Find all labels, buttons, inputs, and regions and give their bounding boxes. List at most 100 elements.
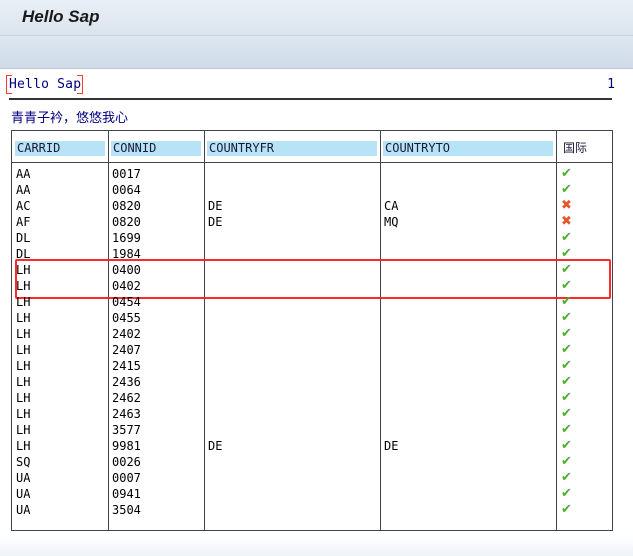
cross-icon: ✖: [561, 214, 572, 229]
checkmark-icon: ✔: [561, 454, 572, 469]
cell-connid: 0820: [112, 215, 141, 229]
cell-carrid: LH: [16, 279, 31, 293]
cross-icon: ✖: [561, 198, 572, 213]
table-row[interactable]: AC 0820 DE CA ✖: [12, 198, 612, 214]
cell-connid: 0454: [112, 295, 141, 309]
checkmark-icon: ✔: [561, 262, 572, 277]
cell-carrid: DL: [16, 247, 31, 261]
table-row[interactable]: UA 0007 ✔: [12, 470, 612, 486]
checkmark-icon: ✔: [561, 246, 572, 261]
cell-carrid: LH: [16, 407, 31, 421]
checkmark-icon: ✔: [561, 278, 572, 293]
cell-countryfr: DE: [208, 215, 223, 229]
table-row[interactable]: LH 2407 ✔: [12, 342, 612, 358]
selection-bracket-right: [77, 75, 83, 94]
table-row[interactable]: LH 2463 ✔: [12, 406, 612, 422]
cell-carrid: UA: [16, 487, 31, 501]
cell-connid: 0941: [112, 487, 141, 501]
table-row[interactable]: LH 2462 ✔: [12, 390, 612, 406]
page-number: 1: [607, 77, 615, 92]
status-area: [0, 536, 633, 556]
cell-connid: 2407: [112, 343, 141, 357]
cell-carrid: LH: [16, 423, 31, 437]
cell-countryfr: DE: [208, 199, 223, 213]
table-row[interactable]: LH 2415 ✔: [12, 358, 612, 374]
cell-connid: 0017: [112, 167, 141, 181]
column-header-countryto: COUNTRYTO: [383, 141, 553, 156]
table-row[interactable]: LH 2402 ✔: [12, 326, 612, 342]
cell-carrid: LH: [16, 343, 31, 357]
cell-connid: 0026: [112, 455, 141, 469]
cell-carrid: AA: [16, 183, 31, 197]
cell-connid: 0007: [112, 471, 141, 485]
report-header-title[interactable]: Hello Sap: [9, 77, 81, 92]
cell-countryto: MQ: [384, 215, 399, 229]
cell-carrid: UA: [16, 471, 31, 485]
column-header-countryfr: COUNTRYFR: [207, 141, 377, 156]
table-row[interactable]: AA 0017 ✔: [12, 166, 612, 182]
table-row[interactable]: LH 0454 ✔: [12, 294, 612, 310]
cell-carrid: AF: [16, 215, 31, 229]
header-divider: [12, 162, 612, 163]
table-row[interactable]: LH 2436 ✔: [12, 374, 612, 390]
cell-connid: 2402: [112, 327, 141, 341]
checkmark-icon: ✔: [561, 438, 572, 453]
cell-carrid: AC: [16, 199, 31, 213]
cell-carrid: LH: [16, 263, 31, 277]
column-header-international: 国际: [561, 141, 593, 156]
checkmark-icon: ✔: [561, 342, 572, 357]
flight-table: CARRID CONNID COUNTRYFR COUNTRYTO 国际 AA 0…: [11, 130, 613, 531]
cell-connid: 2463: [112, 407, 141, 421]
cell-connid: 1699: [112, 231, 141, 245]
cell-carrid: LH: [16, 359, 31, 373]
table-row[interactable]: DL 1699 ✔: [12, 230, 612, 246]
checkmark-icon: ✔: [561, 310, 572, 325]
table-row[interactable]: AF 0820 DE MQ ✖: [12, 214, 612, 230]
table-row[interactable]: DL 1984 ✔: [12, 246, 612, 262]
table-row[interactable]: LH 3577 ✔: [12, 422, 612, 438]
table-row[interactable]: UA 3504 ✔: [12, 502, 612, 518]
checkmark-icon: ✔: [561, 406, 572, 421]
column-header-carrid: CARRID: [15, 141, 105, 156]
header-separator: [9, 98, 612, 100]
checkmark-icon: ✔: [561, 470, 572, 485]
cell-carrid: DL: [16, 231, 31, 245]
table-row[interactable]: LH 0402 ✔: [12, 278, 612, 294]
table-row[interactable]: LH 9981 DE DE ✔: [12, 438, 612, 454]
cell-connid: 3577: [112, 423, 141, 437]
cell-carrid: SQ: [16, 455, 31, 469]
cell-carrid: LH: [16, 311, 31, 325]
checkmark-icon: ✔: [561, 502, 572, 517]
checkmark-icon: ✔: [561, 374, 572, 389]
cell-connid: 2415: [112, 359, 141, 373]
report-subtitle: 青青子衿，悠悠我心: [11, 111, 129, 126]
table-row[interactable]: UA 0941 ✔: [12, 486, 612, 502]
cell-connid: 1984: [112, 247, 141, 261]
cell-connid: 0064: [112, 183, 141, 197]
checkmark-icon: ✔: [561, 486, 572, 501]
cell-connid: 2462: [112, 391, 141, 405]
cell-carrid: LH: [16, 391, 31, 405]
cell-countryfr: DE: [208, 439, 223, 453]
cell-countryto: CA: [384, 199, 399, 213]
column-header-connid: CONNID: [111, 141, 201, 156]
checkmark-icon: ✔: [561, 326, 572, 341]
cell-carrid: LH: [16, 295, 31, 309]
cell-connid: 3504: [112, 503, 141, 517]
checkmark-icon: ✔: [561, 182, 572, 197]
cell-carrid: LH: [16, 439, 31, 453]
table-row[interactable]: SQ 0026 ✔: [12, 454, 612, 470]
window-title: Hello Sap: [22, 7, 100, 26]
checkmark-icon: ✔: [561, 390, 572, 405]
table-row[interactable]: LH 0455 ✔: [12, 310, 612, 326]
cell-carrid: LH: [16, 375, 31, 389]
report-output: Hello Sap 1 青青子衿，悠悠我心 CARRID CONNID COUN…: [0, 69, 633, 556]
cell-connid: 0402: [112, 279, 141, 293]
title-bar: Hello Sap: [0, 0, 633, 36]
checkmark-icon: ✔: [561, 422, 572, 437]
table-row[interactable]: LH 0400 ✔: [12, 262, 612, 278]
table-row[interactable]: AA 0064 ✔: [12, 182, 612, 198]
application-toolbar: [0, 36, 633, 69]
cell-connid: 0820: [112, 199, 141, 213]
checkmark-icon: ✔: [561, 294, 572, 309]
